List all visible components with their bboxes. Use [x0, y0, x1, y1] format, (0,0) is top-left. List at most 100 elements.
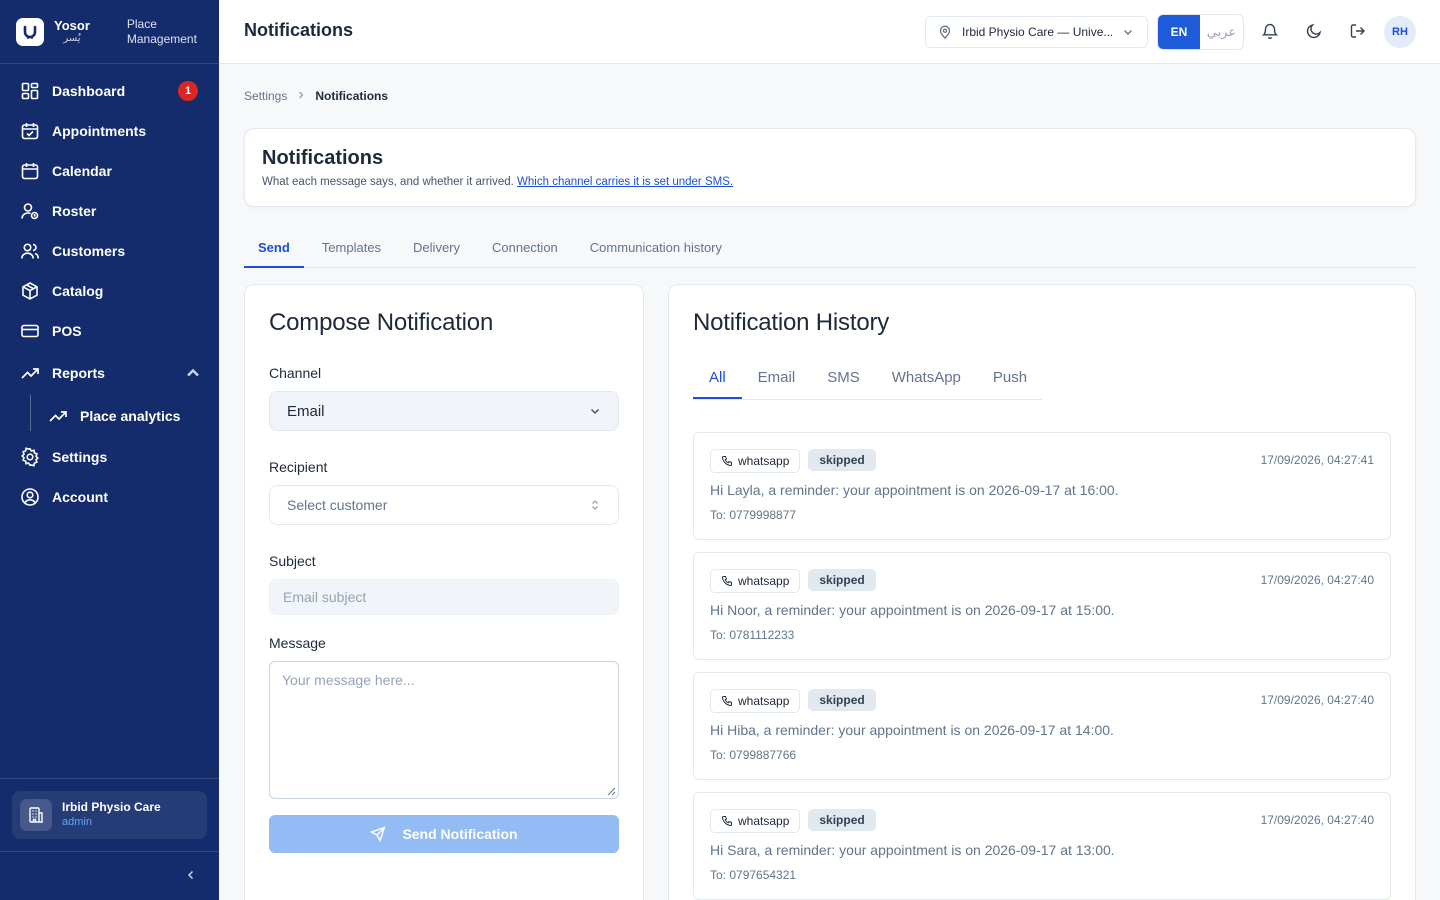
history-panel: Notification History All Email SMS Whats…	[668, 284, 1416, 900]
brand-name: Yosor	[54, 17, 90, 33]
recipient-phone: To: 0797654321	[710, 868, 797, 882]
send-icon	[370, 826, 387, 842]
history-tab-all[interactable]: All	[693, 359, 742, 399]
brand-subtitle-1: Place	[126, 16, 157, 31]
tab-send[interactable]: Send	[244, 228, 304, 268]
chevron-right-icon	[296, 89, 306, 103]
timestamp: 17/09/2026, 04:27:40	[1260, 573, 1374, 587]
chevrons-up-down-icon	[592, 500, 598, 510]
subject-placeholder: Email subject	[283, 589, 367, 605]
breadcrumb: Settings Notifications	[244, 89, 388, 103]
map-pin-icon	[939, 25, 951, 39]
collapse-sidebar-button[interactable]	[0, 851, 219, 900]
sidebar-item-customers[interactable]: Customers	[0, 231, 219, 271]
history-tab-whatsapp[interactable]: WhatsApp	[876, 359, 977, 399]
location-select[interactable]: Irbid Physio Care — Unive...	[925, 16, 1148, 48]
phone-icon	[721, 576, 732, 587]
calendar-check-icon	[21, 123, 39, 140]
channel-tag: whatsapp	[710, 689, 801, 713]
sidebar-item-settings[interactable]: Settings	[0, 437, 219, 477]
trending-up-icon	[49, 411, 67, 422]
list-item[interactable]: whatsapp skipped 17/09/2026, 04:27:40 Hi…	[693, 792, 1391, 900]
intro-card: Notifications What each message says, an…	[244, 128, 1416, 207]
sidebar-item-label: Catalog	[52, 283, 104, 299]
tab-templates[interactable]: Templates	[308, 228, 395, 268]
recipient-phone: To: 0779998877	[710, 508, 797, 522]
history-tab-push[interactable]: Push	[977, 359, 1043, 399]
sidebar-item-label: Place analytics	[80, 408, 181, 424]
sidebar-item-catalog[interactable]: Catalog	[0, 271, 219, 311]
history-list: whatsapp skipped 17/09/2026, 04:27:41 Hi…	[693, 432, 1391, 900]
sms-settings-link[interactable]: Which channel carries it is set under SM…	[517, 176, 733, 188]
subject-input[interactable]: Email subject	[269, 579, 619, 615]
dashboard-icon	[21, 82, 39, 100]
moon-icon[interactable]	[1305, 22, 1323, 40]
place-role: admin	[62, 816, 92, 828]
breadcrumb-current: Notifications	[315, 89, 389, 103]
list-item[interactable]: whatsapp skipped 17/09/2026, 04:27:40 Hi…	[693, 672, 1391, 780]
sidebar-item-reports[interactable]: Reports	[0, 351, 219, 395]
list-item[interactable]: whatsapp skipped 17/09/2026, 04:27:41 Hi…	[693, 432, 1391, 540]
send-notification-button[interactable]: Send Notification	[269, 815, 619, 853]
sidebar-item-label: Customers	[52, 243, 126, 259]
chevron-up-icon	[187, 368, 199, 377]
channel-label: Channel	[269, 365, 322, 381]
history-tabs: All Email SMS WhatsApp Push	[693, 359, 1042, 400]
tab-delivery[interactable]: Delivery	[399, 228, 474, 268]
sidebar-item-dashboard[interactable]: Dashboard 1	[0, 71, 219, 111]
intro-text: What each message says, and whether it a…	[262, 176, 514, 188]
timestamp: 17/09/2026, 04:27:40	[1260, 813, 1374, 827]
sidebar-item-appointments[interactable]: Appointments	[0, 111, 219, 151]
sidebar-item-roster[interactable]: Roster	[0, 191, 219, 231]
channel-value: Email	[287, 402, 325, 420]
place-card[interactable]: Irbid Physio Care admin	[12, 791, 207, 839]
message-textarea[interactable]: Your message here...	[269, 661, 619, 799]
history-tab-email[interactable]: Email	[742, 359, 812, 399]
recipient-select[interactable]: Select customer	[269, 485, 619, 525]
recipient-phone: To: 0781112233	[710, 628, 795, 642]
phone-icon	[721, 696, 732, 707]
tab-connection[interactable]: Connection	[478, 228, 572, 268]
message-body: Hi Hiba, a reminder: your appointment is…	[710, 722, 1114, 738]
compose-panel: Compose Notification Channel Email Recip…	[244, 284, 644, 900]
avatar[interactable]: RH	[1384, 16, 1416, 48]
intro-title: Notifications	[262, 147, 384, 169]
timestamp: 17/09/2026, 04:27:41	[1260, 453, 1374, 467]
dashboard-badge: 1	[178, 81, 198, 101]
sidebar-item-pos[interactable]: POS	[0, 311, 219, 351]
send-label: Send Notification	[402, 826, 518, 842]
history-tab-sms[interactable]: SMS	[811, 359, 876, 399]
credit-card-icon	[21, 324, 39, 338]
logout-icon[interactable]	[1349, 22, 1367, 40]
resize-handle-icon[interactable]	[607, 787, 616, 796]
channel-name: whatsapp	[738, 454, 790, 468]
sidebar-item-account[interactable]: Account	[0, 477, 219, 517]
compose-title: Compose Notification	[269, 309, 494, 336]
user-circle-icon	[21, 488, 39, 506]
sidebar-item-place-analytics[interactable]: Place analytics	[0, 395, 219, 437]
message-label: Message	[269, 635, 326, 651]
users-icon	[21, 243, 39, 259]
lang-ar-button[interactable]: عربي	[1200, 15, 1243, 49]
lang-en-button[interactable]: EN	[1158, 15, 1200, 49]
status-badge: skipped	[808, 449, 876, 471]
message-placeholder: Your message here...	[282, 672, 415, 688]
user-clock-icon	[21, 203, 39, 220]
tab-communication-history[interactable]: Communication history	[576, 228, 736, 268]
location-value: Irbid Physio Care — Unive...	[962, 25, 1112, 39]
breadcrumb-settings[interactable]: Settings	[244, 89, 287, 103]
list-item[interactable]: whatsapp skipped 17/09/2026, 04:27:40 Hi…	[693, 552, 1391, 660]
place-name: Irbid Physio Care	[62, 800, 161, 814]
channel-select[interactable]: Email	[269, 391, 619, 431]
sidebar-item-label: Calendar	[52, 163, 112, 179]
brand[interactable]: Yosor يُسر Place Management	[0, 0, 219, 64]
channel-tag: whatsapp	[710, 449, 801, 473]
phone-icon	[721, 816, 732, 827]
bell-icon[interactable]	[1261, 22, 1279, 40]
sidebar-item-calendar[interactable]: Calendar	[0, 151, 219, 191]
timestamp: 17/09/2026, 04:27:40	[1260, 693, 1374, 707]
message-body: Hi Noor, a reminder: your appointment is…	[710, 602, 1115, 618]
sidebar-nav: Dashboard 1 Appointments Calendar Roster…	[0, 64, 219, 517]
sidebar-item-label: Roster	[52, 203, 97, 219]
brand-name-ar: يُسر	[63, 32, 81, 44]
